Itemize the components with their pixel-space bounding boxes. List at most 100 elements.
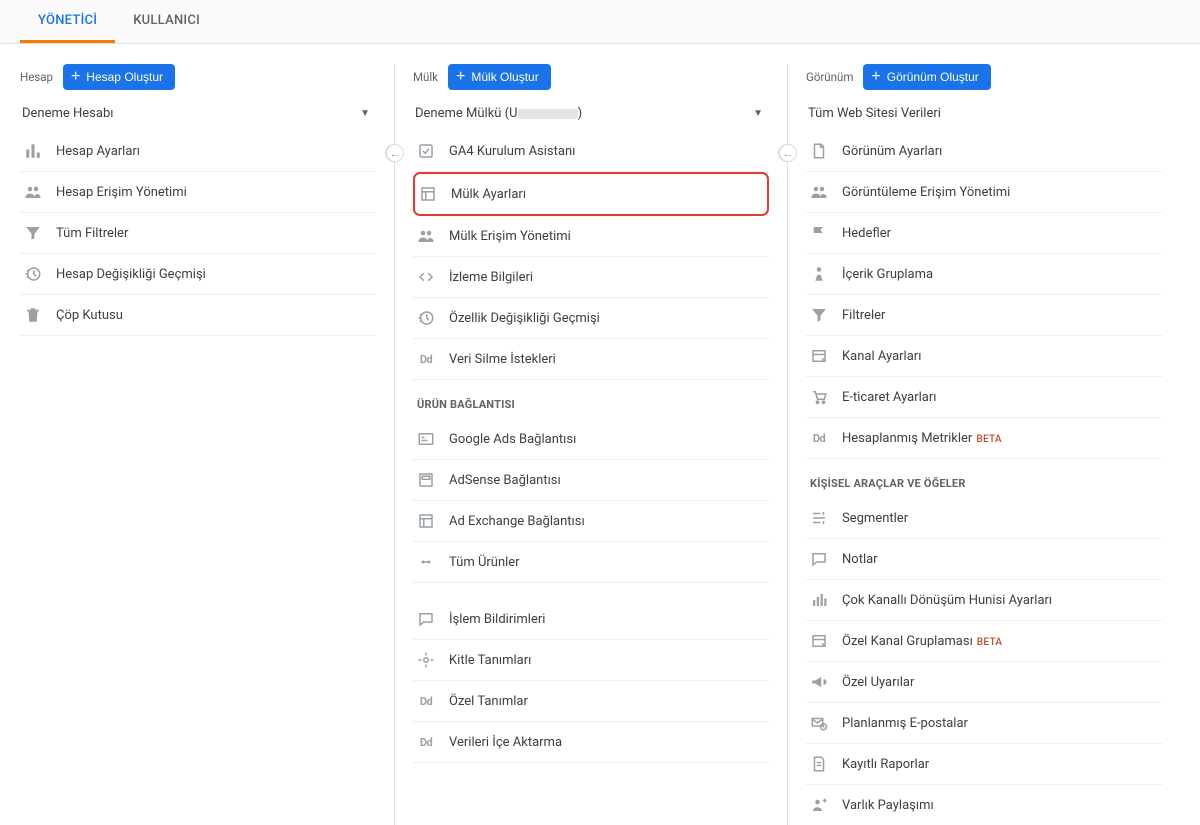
- item-label: İzleme Bilgileri: [449, 270, 761, 285]
- create-property-button[interactable]: + Mülk Oluştur: [448, 64, 551, 90]
- plus-icon: +: [71, 69, 80, 85]
- view-scheduled-emails[interactable]: Planlanmış E-postalar: [806, 703, 1162, 744]
- item-label: Hesap Değişikliği Geçmişi: [56, 267, 368, 282]
- view-saved-reports[interactable]: Kayıtlı Raporlar: [806, 744, 1162, 785]
- item-label: Çok Kanallı Dönüşüm Hunisi Ayarları: [842, 593, 1154, 608]
- view-channel-settings[interactable]: Kanal Ayarları: [806, 336, 1162, 377]
- item-label: Kanal Ayarları: [842, 349, 1154, 364]
- view-custom-channel-grouping[interactable]: Özel Kanal GruplamasıBETA: [806, 621, 1162, 662]
- tab-admin[interactable]: YÖNETİCİ: [20, 0, 115, 43]
- linking-google-ads[interactable]: Google Ads Bağlantısı: [413, 419, 769, 460]
- top-tabs: YÖNETİCİ KULLANICI: [0, 0, 1200, 44]
- linking-all-products[interactable]: Tüm Ürünler: [413, 542, 769, 583]
- dd-icon: Dd: [417, 733, 435, 751]
- view-goals[interactable]: Hedefler: [806, 213, 1162, 254]
- view-calculated-metrics[interactable]: Dd Hesaplanmış MetriklerBETA: [806, 418, 1162, 459]
- linking-ad-exchange[interactable]: Ad Exchange Bağlantısı: [413, 501, 769, 542]
- item-label: Ad Exchange Bağlantısı: [449, 514, 761, 529]
- people-icon: [24, 183, 42, 201]
- filter-icon: [810, 306, 828, 324]
- item-label: AdSense Bağlantısı: [449, 473, 761, 488]
- layout-icon: [419, 185, 437, 203]
- view-custom-alerts[interactable]: Özel Uyarılar: [806, 662, 1162, 703]
- column-connector-icon: ←: [386, 144, 404, 162]
- dd-icon: Dd: [417, 350, 435, 368]
- item-label: Özel Tanımlar: [449, 694, 761, 709]
- trash-icon: [24, 306, 42, 324]
- view-segments[interactable]: Segmentler: [806, 498, 1162, 539]
- bars-icon: [810, 591, 828, 609]
- create-view-label: Görünüm Oluştur: [887, 70, 979, 84]
- view-asset-sharing[interactable]: Varlık Paylaşımı: [806, 785, 1162, 825]
- chat-icon: [417, 610, 435, 628]
- column-connector-icon: ←: [779, 144, 797, 162]
- link-icon: [417, 553, 435, 571]
- account-trash[interactable]: Çöp Kutusu: [20, 295, 376, 336]
- view-filters[interactable]: Filtreler: [806, 295, 1162, 336]
- item-label: Çöp Kutusu: [56, 308, 368, 323]
- dd-icon: Dd: [417, 692, 435, 710]
- property-selector[interactable]: Deneme Mülkü (U) ▼: [413, 102, 769, 131]
- saved-report-icon: [810, 755, 828, 773]
- property-postbacks[interactable]: İşlem Bildirimleri: [413, 599, 769, 640]
- item-label: Verileri İçe Aktarma: [449, 735, 761, 750]
- share-person-icon: [810, 796, 828, 814]
- view-access-management[interactable]: Görüntüleme Erişim Yönetimi: [806, 172, 1162, 213]
- redacted-id-icon: [518, 109, 578, 119]
- megaphone-icon: [810, 673, 828, 691]
- account-change-history[interactable]: Hesap Değişikliği Geçmişi: [20, 254, 376, 295]
- item-label: Google Ads Bağlantısı: [449, 432, 761, 447]
- property-ga4-assistant[interactable]: GA4 Kurulum Asistanı: [413, 131, 769, 172]
- clock-mail-icon: [810, 714, 828, 732]
- view-settings[interactable]: Görünüm Ayarları: [806, 131, 1162, 172]
- property-audience-definitions[interactable]: Kitle Tanımları: [413, 640, 769, 681]
- item-label: Notlar: [842, 552, 1154, 567]
- item-label: Kayıtlı Raporlar: [842, 757, 1154, 772]
- view-annotations[interactable]: Notlar: [806, 539, 1162, 580]
- property-data-import[interactable]: Dd Verileri İçe Aktarma: [413, 722, 769, 763]
- item-label: Özellik Değişikliği Geçmişi: [449, 311, 761, 326]
- view-ecommerce-settings[interactable]: E-ticaret Ayarları: [806, 377, 1162, 418]
- item-label: Planlanmış E-postalar: [842, 716, 1154, 731]
- item-label: Hedefler: [842, 226, 1154, 241]
- view-multichannel-funnel-settings[interactable]: Çok Kanallı Dönüşüm Hunisi Ayarları: [806, 580, 1162, 621]
- item-label: Hesaplanmış MetriklerBETA: [842, 431, 1154, 446]
- property-settings[interactable]: Mülk Ayarları: [413, 172, 769, 216]
- property-tracking-info[interactable]: İzleme Bilgileri: [413, 257, 769, 298]
- property-custom-definitions[interactable]: Dd Özel Tanımlar: [413, 681, 769, 722]
- create-account-button[interactable]: + Hesap Oluştur: [63, 64, 175, 90]
- account-access-management[interactable]: Hesap Erişim Yönetimi: [20, 172, 376, 213]
- tab-user[interactable]: KULLANICI: [115, 0, 218, 43]
- plus-icon: +: [871, 69, 880, 85]
- item-label: Kitle Tanımları: [449, 653, 761, 668]
- person-path-icon: [810, 265, 828, 283]
- channel-icon: [810, 347, 828, 365]
- check-square-icon: [417, 142, 435, 160]
- view-selector[interactable]: Tüm Web Sitesi Verileri: [806, 102, 1162, 131]
- view-content-grouping[interactable]: İçerik Gruplama: [806, 254, 1162, 295]
- document-icon: [810, 142, 828, 160]
- item-label: İçerik Gruplama: [842, 267, 1154, 282]
- create-view-button[interactable]: + Görünüm Oluştur: [863, 64, 990, 90]
- account-all-filters[interactable]: Tüm Filtreler: [20, 213, 376, 254]
- personal-tools-header: KİŞİSEL ARAÇLAR VE ÖĞELER: [806, 459, 1162, 498]
- admin-columns: Hesap + Hesap Oluştur Deneme Hesabı ▼ He…: [0, 44, 1200, 825]
- linking-adsense[interactable]: AdSense Bağlantısı: [413, 460, 769, 501]
- segments-icon: [810, 509, 828, 527]
- building-icon: [24, 142, 42, 160]
- channel-icon: [810, 632, 828, 650]
- item-label: Mülk Ayarları: [451, 187, 759, 202]
- property-change-history[interactable]: Özellik Değişikliği Geçmişi: [413, 298, 769, 339]
- account-selector[interactable]: Deneme Hesabı ▼: [20, 102, 376, 131]
- item-label: İşlem Bildirimleri: [449, 612, 761, 627]
- beta-badge: BETA: [977, 637, 1003, 648]
- property-data-deletion-requests[interactable]: Dd Veri Silme İstekleri: [413, 339, 769, 380]
- target-icon: [417, 651, 435, 669]
- item-label: Segmentler: [842, 511, 1154, 526]
- google-ads-icon: [417, 430, 435, 448]
- property-access-management[interactable]: Mülk Erişim Yönetimi: [413, 216, 769, 257]
- view-column: ← Görünüm + Görünüm Oluştur Tüm Web Site…: [787, 64, 1180, 825]
- property-column: ← Mülk + Mülk Oluştur Deneme Mülkü (U) ▼…: [394, 64, 787, 825]
- account-settings[interactable]: Hesap Ayarları: [20, 131, 376, 172]
- account-column: Hesap + Hesap Oluştur Deneme Hesabı ▼ He…: [20, 64, 394, 825]
